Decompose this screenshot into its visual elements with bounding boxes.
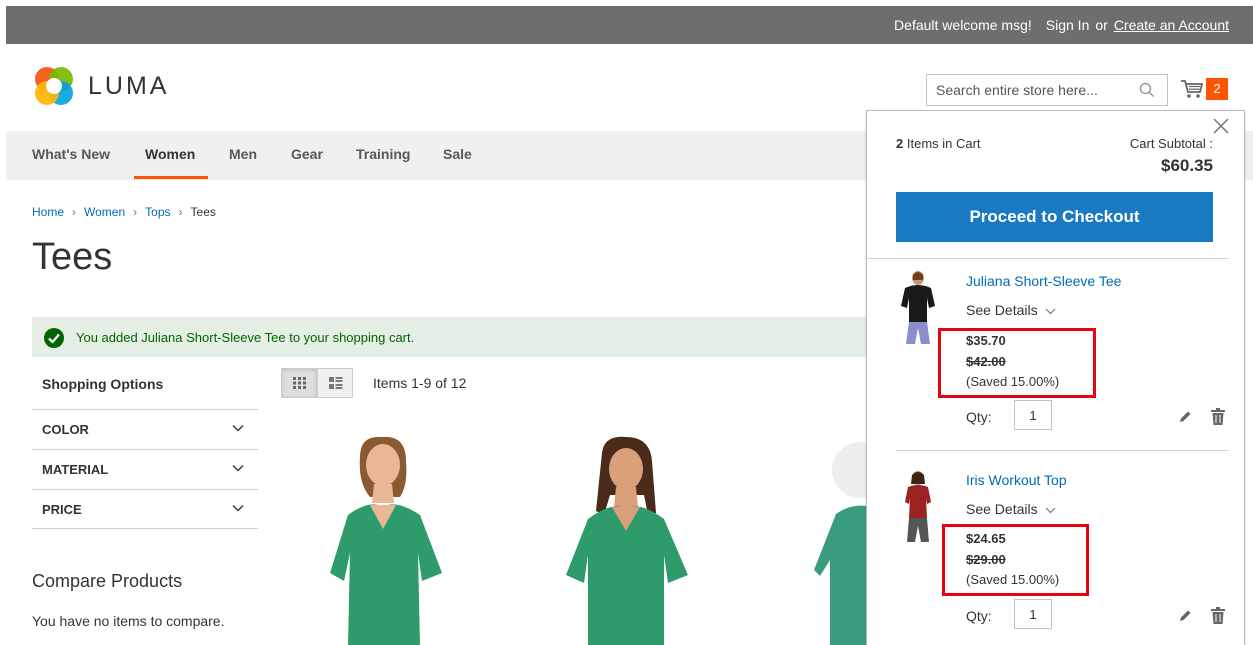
see-details-toggle[interactable]: See Details — [966, 302, 1056, 318]
nav-item-men[interactable]: Men — [229, 146, 257, 162]
success-message: You added Juliana Short-Sleeve Tee to yo… — [32, 317, 868, 357]
nav-item-training[interactable]: Training — [356, 146, 410, 162]
filter-label: MATERIAL — [42, 462, 109, 477]
items-count-label: Items in Cart — [906, 136, 981, 151]
filter-color[interactable]: COLOR — [32, 409, 258, 449]
chevron-down-icon — [1046, 308, 1056, 315]
list-mode-button[interactable] — [317, 368, 353, 398]
nav-item-gear[interactable]: Gear — [291, 146, 323, 162]
filter-price[interactable]: PRICE — [32, 489, 258, 529]
breadcrumb-women[interactable]: Women — [84, 205, 125, 219]
success-message-text: You added Juliana Short-Sleeve Tee to yo… — [76, 330, 415, 345]
sign-in-link[interactable]: Sign In — [1046, 17, 1090, 33]
filter-divider — [32, 528, 258, 529]
breadcrumb-current: Tees — [190, 205, 216, 219]
edit-pencil-icon[interactable] — [1178, 410, 1192, 424]
or-text: or — [1095, 17, 1108, 33]
nav-active-indicator — [134, 176, 208, 179]
chevron-down-icon — [232, 465, 244, 472]
compare-products-empty: You have no items to compare. — [32, 613, 225, 629]
toolbar-amount: Items 1-9 of 12 — [373, 375, 467, 391]
search-icon[interactable] — [1139, 82, 1155, 98]
items-count-number: 2 — [896, 136, 904, 151]
proceed-to-checkout-button[interactable]: Proceed to Checkout — [896, 192, 1213, 242]
top-bar: Default welcome msg! Sign In or Create a… — [6, 6, 1253, 44]
see-details-toggle[interactable]: See Details — [966, 501, 1056, 517]
shopping-options-title: Shopping Options — [42, 376, 164, 392]
page-title: Tees — [32, 236, 113, 278]
search-box — [926, 74, 1168, 106]
nav-item-women[interactable]: Women — [145, 146, 195, 162]
breadcrumb-separator-icon: › — [133, 205, 138, 219]
product-image-tee-2[interactable] — [560, 435, 700, 645]
trash-icon[interactable] — [1211, 607, 1225, 624]
breadcrumb-home[interactable]: Home — [32, 205, 64, 219]
filter-material[interactable]: MATERIAL — [32, 449, 258, 489]
item-thumbnail-iris[interactable] — [899, 470, 937, 546]
subtotal-label: Cart Subtotal : — [1129, 136, 1213, 151]
close-icon[interactable] — [1213, 118, 1229, 134]
nav-item-sale[interactable]: Sale — [443, 146, 472, 162]
grid-icon — [293, 377, 306, 389]
product-image-tee-1[interactable] — [330, 435, 470, 645]
nav-item-whats-new[interactable]: What's New — [32, 146, 110, 162]
breadcrumb-separator-icon: › — [178, 205, 183, 219]
qty-label: Qty: — [966, 409, 992, 425]
checkmark-icon — [44, 328, 64, 348]
logo-text: LUMA — [88, 71, 170, 100]
breadcrumb-tops[interactable]: Tops — [145, 205, 170, 219]
qty-label: Qty: — [966, 608, 992, 624]
filter-label: PRICE — [42, 502, 82, 517]
search-input[interactable] — [927, 75, 1127, 105]
subtotal-value: $60.35 — [1161, 156, 1213, 175]
product-image-tee-3[interactable] — [800, 430, 866, 645]
item-thumbnail-juliana[interactable] — [897, 270, 939, 346]
grid-mode-button[interactable] — [281, 368, 317, 398]
cart-count-badge[interactable]: 2 — [1206, 78, 1228, 100]
breadcrumb-separator-icon: › — [72, 205, 77, 219]
minicart-items-count: 2 Items in Cart — [896, 136, 981, 151]
filter-label: COLOR — [42, 422, 89, 437]
header-links: Default welcome msg! Sign In or Create a… — [894, 17, 1229, 33]
cart-icon[interactable] — [1180, 78, 1204, 100]
item-name-link[interactable]: Juliana Short-Sleeve Tee — [966, 273, 1121, 289]
see-details-label: See Details — [966, 501, 1038, 517]
price-highlight-box — [938, 328, 1096, 398]
chevron-down-icon — [1046, 507, 1056, 514]
chevron-down-icon — [232, 505, 244, 512]
item-name-link[interactable]: Iris Workout Top — [966, 472, 1067, 488]
minicart-divider — [867, 258, 1228, 259]
list-icon — [329, 377, 343, 389]
trash-icon[interactable] — [1211, 408, 1225, 425]
welcome-message: Default welcome msg! — [894, 17, 1032, 33]
qty-input[interactable] — [1014, 599, 1052, 629]
minicart-divider — [896, 450, 1228, 451]
create-account-link[interactable]: Create an Account — [1114, 17, 1229, 33]
edit-pencil-icon[interactable] — [1178, 609, 1192, 623]
luma-logo-icon — [35, 67, 73, 105]
compare-products-title: Compare Products — [32, 571, 183, 591]
chevron-down-icon — [232, 425, 244, 432]
price-highlight-box — [942, 524, 1089, 596]
qty-input[interactable] — [1014, 400, 1052, 430]
breadcrumb: Home › Women › Tops › Tees — [32, 205, 216, 219]
see-details-label: See Details — [966, 302, 1038, 318]
luma-logo[interactable]: LUMA — [32, 64, 169, 108]
